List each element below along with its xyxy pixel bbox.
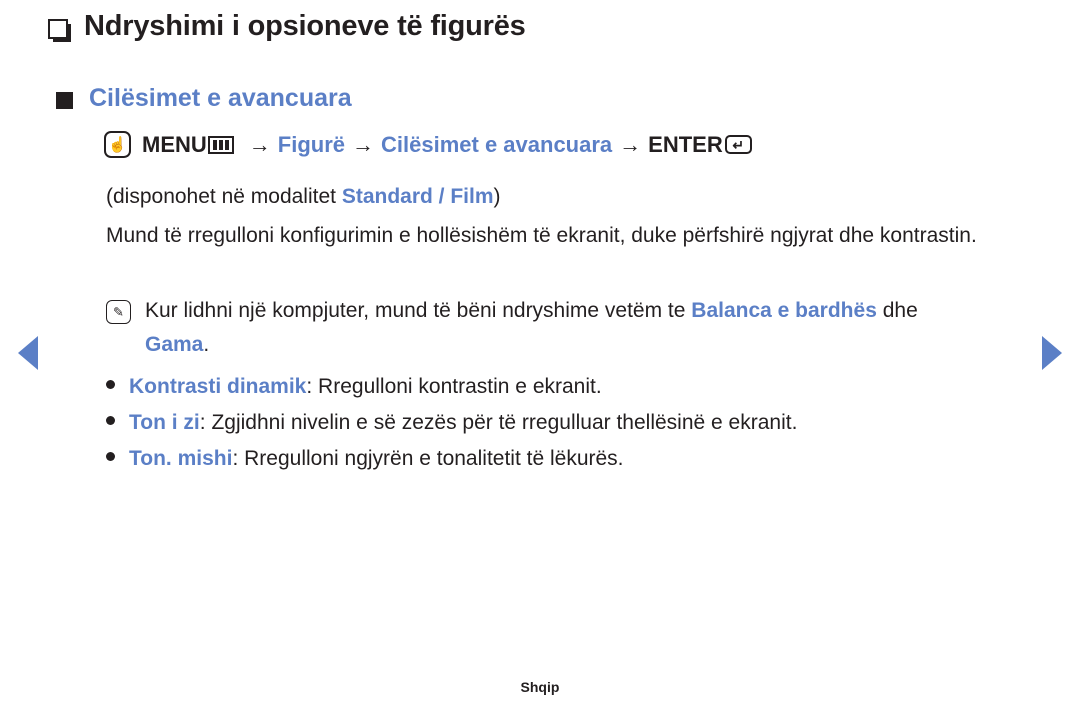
hand-glyph: ☝ <box>108 136 127 153</box>
menu-step-figure: Figurë <box>277 131 346 157</box>
list-item-text: Ton i zi: Zgjidhni nivelin e së zezës pë… <box>129 408 797 438</box>
note-part-1: Kur lidhni një kompjuter, mund të bëni n… <box>145 299 692 322</box>
list-item-separator: : <box>306 375 319 398</box>
bullet-dot-icon <box>106 380 115 389</box>
availability-prefix: (disponohet në modalitet <box>106 185 342 208</box>
enter-label: ENTER <box>648 131 723 157</box>
path-arrow-1: → <box>248 131 271 157</box>
list-item-text: Ton. mishi: Rregulloni ngjyrën e tonalit… <box>129 444 624 474</box>
list-item-description: Rregulloni ngjyrën e tonalitetit të lëku… <box>244 447 624 470</box>
list-item-separator: : <box>199 411 212 434</box>
menu-grid-icon <box>207 135 234 154</box>
section-heading-text: Cilësimet e avancuara <box>89 84 352 112</box>
path-arrow-3: → <box>619 131 642 157</box>
page-title-text: Ndryshimi i opsioneve të figurës <box>84 10 526 42</box>
menu-path: ☝ MENU → Figurë → Cilësimet e avancuara … <box>104 131 752 158</box>
availability-suffix: ) <box>493 185 501 208</box>
prev-page-arrow-icon[interactable] <box>18 336 38 370</box>
bullet-dot-icon <box>106 452 115 461</box>
list-item-separator: : <box>232 447 245 470</box>
description-paragraph: Mund të rregulloni konfigurimin e hollës… <box>106 224 977 247</box>
list-item-description: Rregulloni kontrastin e ekranit. <box>318 375 602 398</box>
note-highlight-white-balance: Balanca e bardhës <box>691 299 877 322</box>
menu-label: MENU <box>142 131 207 157</box>
page-title: Ndryshimi i opsioneve të figurës <box>48 10 526 43</box>
note-highlight-gamma: Gama <box>145 333 204 356</box>
note-part-2: dhe <box>876 299 918 322</box>
note-text: Kur lidhni një kompjuter, mund të bëni n… <box>145 294 986 362</box>
list-item-text: Kontrasti dinamik: Rregulloni kontrastin… <box>129 372 602 402</box>
footer-language: Shqip <box>520 679 560 695</box>
list-item: Ton i zi: Zgjidhni nivelin e së zezës pë… <box>106 408 1006 444</box>
section-heading: Cilësimet e avancuara <box>56 84 352 113</box>
list-item-label: Kontrasti dinamik <box>129 375 307 398</box>
availability-note: (disponohet në modalitet Standard / Film… <box>106 180 501 214</box>
list-item-label: Ton i zi <box>129 411 200 434</box>
list-item-description: Zgjidhni nivelin e së zezës për të rregu… <box>211 411 798 434</box>
list-item: Ton. mishi: Rregulloni ngjyrën e tonalit… <box>106 444 1006 480</box>
menu-step-advanced-settings: Cilësimet e avancuara <box>381 131 613 157</box>
note-pencil-icon: ✎ <box>106 300 131 324</box>
settings-list: Kontrasti dinamik: Rregulloni kontrastin… <box>106 372 1006 480</box>
pencil-glyph: ✎ <box>113 304 124 320</box>
list-item: Kontrasti dinamik: Rregulloni kontrastin… <box>106 372 1006 408</box>
note-block: ✎ Kur lidhni një kompjuter, mund të bëni… <box>106 294 986 362</box>
filled-square-icon <box>56 91 73 109</box>
bullet-dot-icon <box>106 416 115 425</box>
path-arrow-2: → <box>352 131 375 157</box>
hollow-square-icon <box>48 18 68 39</box>
next-page-arrow-icon[interactable] <box>1042 336 1062 370</box>
list-item-label: Ton. mishi <box>129 447 233 470</box>
availability-modes: Standard / Film <box>341 185 494 208</box>
enter-return-icon: ↵ <box>724 135 752 154</box>
note-part-3: . <box>203 333 210 356</box>
touch-hand-button-icon: ☝ <box>104 131 131 158</box>
